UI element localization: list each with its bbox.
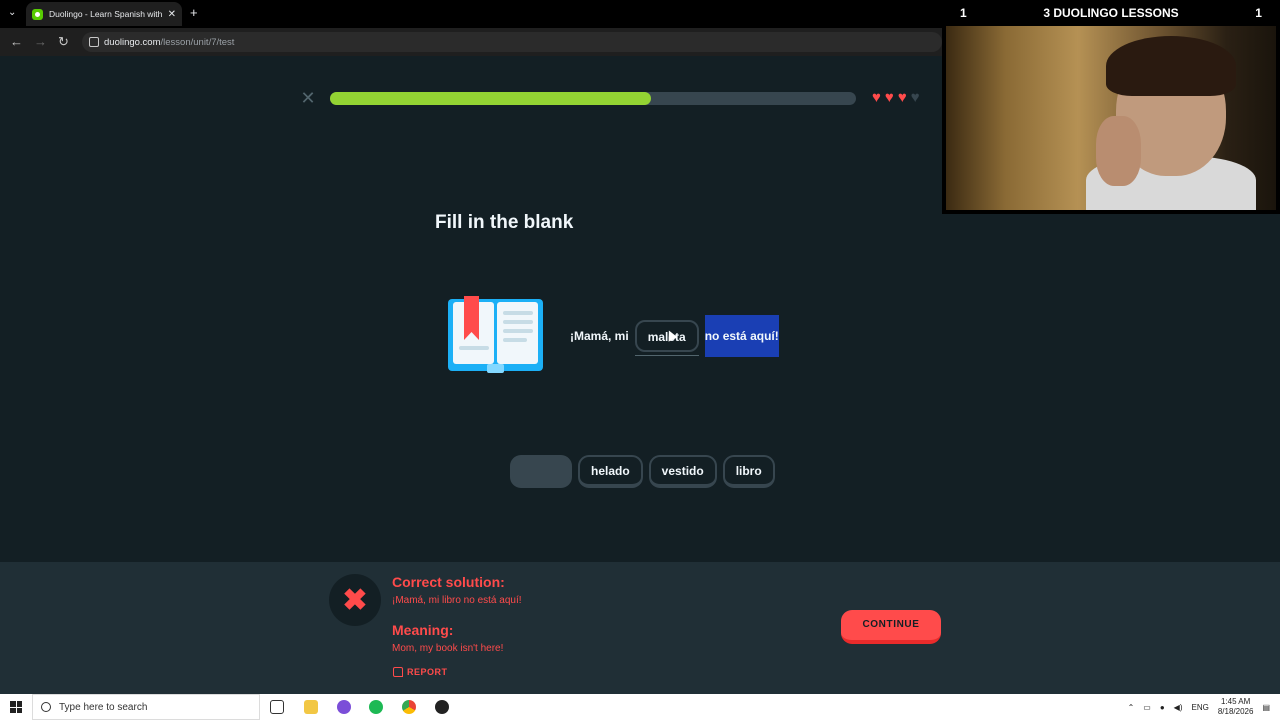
solution-text: ¡Mamá, mi libro no está aquí! <box>392 595 522 606</box>
heart-icon: ♥ <box>884 89 894 106</box>
hearts: ♥ ♥ ♥ ♥ <box>872 90 920 106</box>
tray-expand-icon[interactable]: ⌃ <box>1128 703 1135 712</box>
sentence-before: ¡Mamá, mi <box>570 329 629 343</box>
progress-fill <box>330 92 651 105</box>
forward-icon[interactable]: → <box>34 34 47 49</box>
sentence-after: no está aquí! <box>704 315 779 357</box>
taskbar-search-placeholder: Type here to search <box>59 701 148 713</box>
clock-date: 8/18/2026 <box>1217 707 1254 716</box>
incorrect-x-icon: ✖ <box>329 574 381 626</box>
browser-tab[interactable]: Duolingo - Learn Spanish with I ✕ <box>26 2 182 26</box>
word-bank: helado vestido libro <box>510 455 775 488</box>
report-button[interactable]: REPORT <box>393 667 448 677</box>
spotify-icon[interactable] <box>369 700 383 714</box>
flag-icon <box>393 667 403 677</box>
word-bank-used-slot <box>510 455 572 488</box>
tab-list-icon[interactable]: ⌄ <box>8 7 16 18</box>
notifications-icon[interactable]: ▤ <box>1262 703 1270 712</box>
word-chip-libro[interactable]: libro <box>722 455 775 488</box>
meaning-text: Mom, my book isn't here! <box>392 643 504 654</box>
app-icon[interactable] <box>337 700 351 714</box>
overlay-title: 3 DUOLINGO LESSONS <box>1043 6 1179 20</box>
webcam-person-hair <box>1106 36 1236 96</box>
meaning-heading: Meaning: <box>392 622 454 638</box>
taskbar-search[interactable]: Type here to search <box>32 694 260 720</box>
url-host: duolingo.com <box>104 36 161 48</box>
heart-icon: ♥ <box>897 89 907 106</box>
heart-icon: ♥ <box>910 89 920 106</box>
url-field[interactable]: duolingo.com/lesson/unit/7/test <box>82 32 942 52</box>
network-icon[interactable]: ▭ <box>1143 703 1151 712</box>
volume-icon[interactable]: ◀) <box>1174 703 1183 712</box>
continue-button[interactable]: CONTINUE <box>841 610 941 644</box>
back-icon[interactable]: ← <box>10 34 23 49</box>
lesson-progress-bar <box>330 92 856 105</box>
book-illustration-icon <box>448 296 543 373</box>
heart-icon: ♥ <box>872 89 881 106</box>
language-indicator[interactable]: ENG <box>1192 703 1209 712</box>
solution-heading: Correct solution: <box>392 574 505 590</box>
report-label: REPORT <box>407 667 448 677</box>
close-tab-icon[interactable]: ✕ <box>168 9 176 20</box>
overlay-left-count: 1 <box>960 6 967 20</box>
word-chip-vestido[interactable]: vestido <box>648 455 717 488</box>
overlay-right-count: 1 <box>1255 6 1262 20</box>
prompt-title: Fill in the blank <box>435 212 574 233</box>
stream-webcam-overlay: 1 3 DUOLINGO LESSONS 1 <box>942 4 1280 214</box>
task-view-icon[interactable] <box>270 700 284 714</box>
tab-title: Duolingo - Learn Spanish with I <box>49 9 164 19</box>
reload-icon[interactable]: ↻ <box>58 34 69 50</box>
microphone-icon[interactable]: ● <box>1160 703 1165 712</box>
new-tab-icon[interactable]: + <box>190 5 198 20</box>
search-icon <box>41 702 51 712</box>
webcam-person-hand <box>1096 116 1141 186</box>
site-info-icon[interactable] <box>89 37 99 47</box>
duolingo-favicon-icon <box>32 8 43 20</box>
word-chip-helado[interactable]: helado <box>578 455 643 488</box>
file-explorer-icon[interactable] <box>304 700 318 714</box>
system-tray: ⌃ ▭ ● ◀) ENG 1:45 AM 8/18/2026 ▤ <box>1128 694 1280 720</box>
url-path: /lesson/unit/7/test <box>160 36 235 48</box>
obs-icon[interactable] <box>435 700 449 714</box>
clock[interactable]: 1:45 AM 8/18/2026 <box>1218 697 1254 717</box>
webcam-feed <box>946 26 1276 210</box>
close-lesson-icon[interactable]: ✕ <box>300 89 316 107</box>
windows-taskbar: Type here to search ⌃ ▭ ● ◀) ENG 1:45 AM… <box>0 694 1280 720</box>
chrome-icon[interactable] <box>402 700 416 714</box>
clock-time: 1:45 AM <box>1220 697 1251 706</box>
windows-start-icon[interactable] <box>10 701 22 713</box>
feedback-footer <box>0 562 1280 694</box>
overlay-header: 1 3 DUOLINGO LESSONS 1 <box>942 4 1280 22</box>
